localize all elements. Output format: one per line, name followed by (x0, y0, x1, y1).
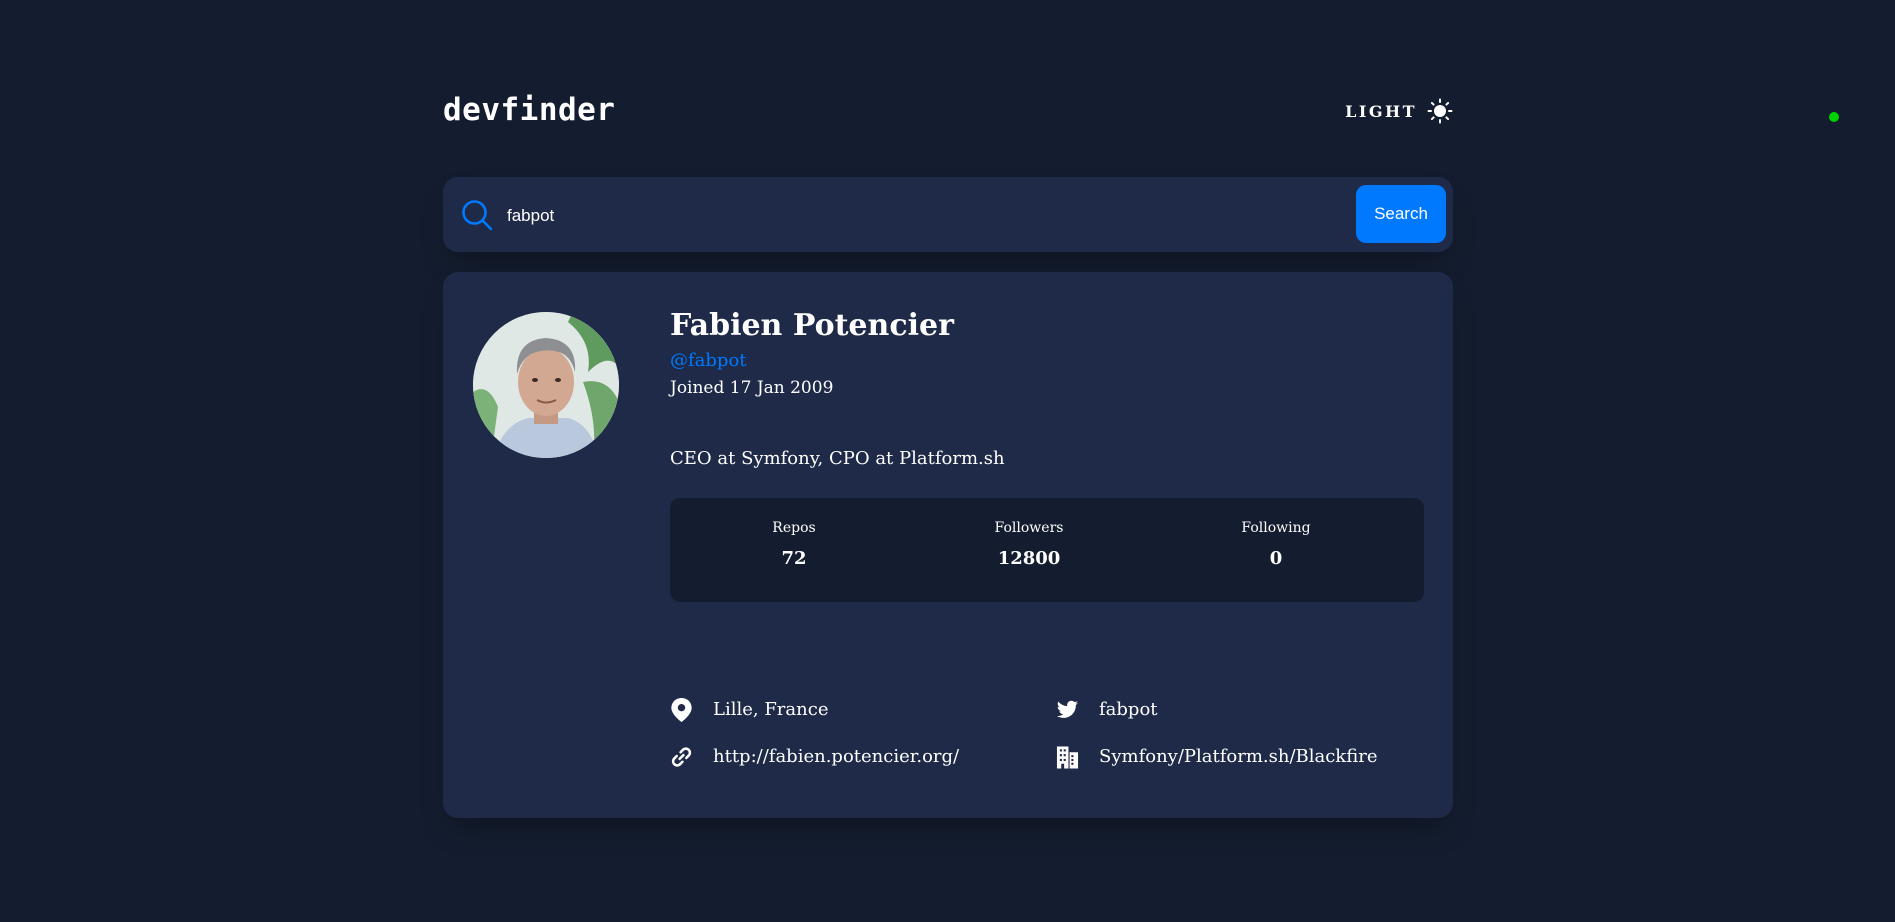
website-link[interactable]: http://fabien.potencier.org/ (713, 745, 959, 769)
twitter-item[interactable]: fabpot (1056, 698, 1158, 722)
joined-date: Joined 17 Jan 2009 (670, 378, 834, 398)
sun-icon (1427, 98, 1453, 124)
search-button[interactable]: Search (1356, 185, 1446, 243)
location-text: Lille, France (713, 699, 829, 720)
stats-panel: Repos 72 Followers 12800 Following 0 (670, 498, 1424, 602)
profile-bio: CEO at Symfony, CPO at Platform.sh (670, 448, 1005, 469)
company-text: Symfony/Platform.sh/Blackfire (1099, 746, 1378, 767)
header: devfinder LIGHT (443, 88, 1453, 132)
stat-following: Following 0 (1196, 520, 1356, 569)
profile-card: Fabien Potencier @fabpot Joined 17 Jan 2… (443, 272, 1453, 818)
company-item: Symfony/Platform.sh/Blackfire (1056, 745, 1377, 769)
page: devfinder LIGHT fabpot Search Fabien Pot… (0, 0, 1895, 922)
search-bar: Search (443, 177, 1453, 252)
stat-label: Following (1241, 520, 1311, 536)
stat-value: 72 (781, 548, 807, 569)
stat-repos: Repos 72 (714, 520, 874, 569)
app-logo: devfinder (443, 92, 616, 128)
stat-followers: Followers 12800 (949, 520, 1109, 569)
link-icon (670, 745, 693, 769)
search-input[interactable] (505, 197, 1289, 235)
profile-login-link[interactable]: @fabpot (670, 350, 747, 371)
stat-value: 12800 (997, 548, 1061, 569)
stat-value: 0 (1269, 548, 1283, 569)
website-item[interactable]: http://fabien.potencier.org/ (670, 745, 959, 769)
profile-links: Lille, France fabpot http://fabien.poten… (670, 698, 1424, 778)
location-item: Lille, France (670, 698, 828, 722)
profile-name: Fabien Potencier (670, 308, 954, 343)
twitter-icon (1056, 698, 1079, 722)
theme-toggle-label: LIGHT (1345, 101, 1417, 121)
stat-label: Followers (994, 520, 1064, 536)
building-icon (1056, 745, 1079, 769)
twitter-text: fabpot (1099, 699, 1158, 720)
stat-label: Repos (772, 520, 816, 536)
avatar (473, 312, 619, 458)
status-indicator (1829, 112, 1839, 122)
location-pin-icon (670, 698, 693, 722)
theme-toggle-button[interactable]: LIGHT (1345, 98, 1453, 124)
